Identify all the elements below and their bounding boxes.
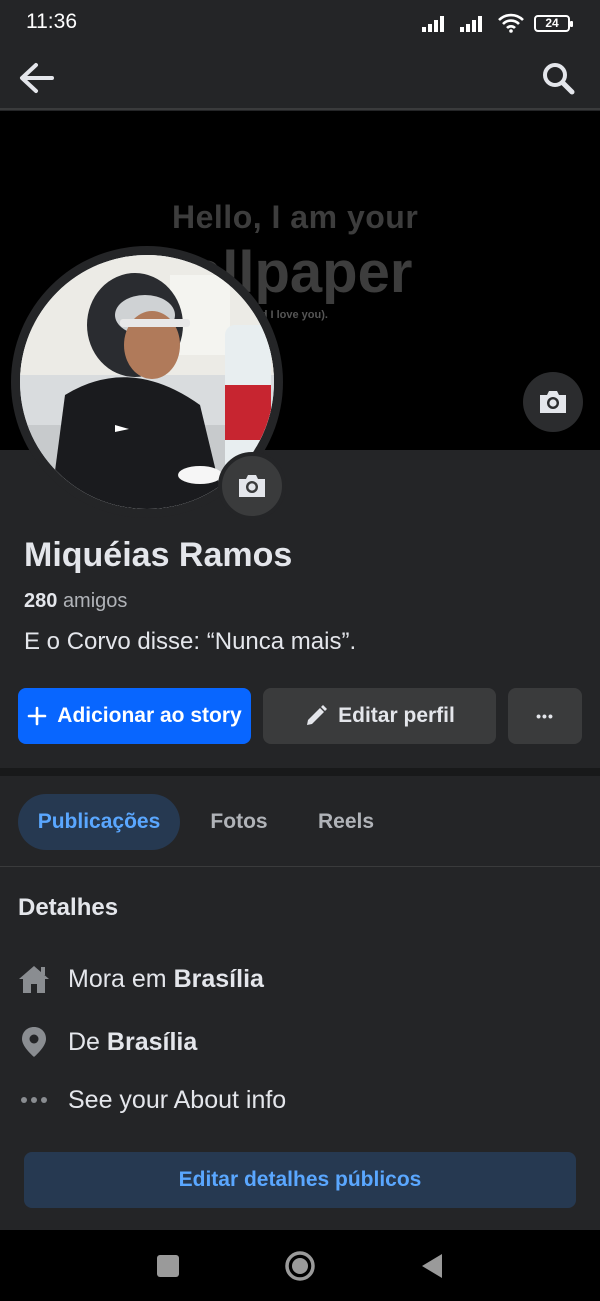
home-icon	[18, 963, 50, 995]
arrow-left-icon	[20, 63, 54, 93]
back-button[interactable]	[16, 60, 56, 96]
more-dots-icon	[18, 1084, 50, 1116]
signal-icon	[422, 16, 444, 32]
friends-number: 280	[24, 590, 58, 612]
triangle-back-icon	[422, 1254, 442, 1278]
about-info-label: See your About info	[68, 1085, 287, 1114]
details-title: Detalhes	[18, 894, 119, 921]
status-icons: 24	[422, 12, 573, 34]
detail-lives-in: Mora em Brasília	[18, 959, 264, 999]
tab-reels[interactable]: Reels	[304, 794, 388, 850]
from-city: Brasília	[106, 1027, 198, 1056]
more-icon: •••	[536, 708, 554, 724]
section-divider	[0, 768, 600, 776]
location-pin-icon	[18, 1026, 50, 1058]
see-about-info-link[interactable]: See your About info	[18, 1080, 286, 1120]
cover-text-1: Hello, I am your	[172, 199, 419, 235]
edit-cover-button[interactable]	[523, 372, 583, 432]
edit-public-details-button[interactable]: Editar detalhes públicos	[24, 1152, 576, 1208]
edit-avatar-button[interactable]	[218, 452, 286, 520]
edit-profile-label: Editar perfil	[338, 704, 455, 727]
tab-publicacoes[interactable]: Publicações	[18, 794, 180, 850]
search-icon	[543, 63, 575, 95]
wifi-icon	[498, 13, 524, 33]
lives-prefix: Mora em	[68, 964, 167, 993]
from-prefix: De	[68, 1027, 100, 1056]
square-icon	[157, 1255, 179, 1277]
more-options-button[interactable]: •••	[508, 688, 582, 744]
signal-icon-2	[460, 16, 482, 32]
circle-icon	[285, 1251, 315, 1281]
camera-icon	[540, 391, 566, 413]
profile-bio: E o Corvo disse: “Nunca mais”.	[24, 628, 357, 655]
tabs-divider	[0, 866, 600, 867]
home-button[interactable]	[284, 1250, 316, 1287]
add-story-label: Adicionar ao story	[57, 704, 242, 727]
lives-city: Brasília	[173, 964, 264, 993]
status-bar: 11:36 24	[0, 0, 600, 46]
add-story-button[interactable]: Adicionar ao story	[18, 688, 251, 744]
camera-icon	[239, 475, 265, 497]
status-time: 11:36	[26, 10, 77, 33]
friends-label: amigos	[62, 590, 128, 612]
top-bar	[0, 46, 600, 110]
search-button[interactable]	[538, 60, 578, 96]
recents-button[interactable]	[156, 1254, 180, 1283]
system-nav-bar	[0, 1230, 600, 1301]
edit-profile-button[interactable]: Editar perfil	[263, 688, 496, 744]
battery-icon: 24	[534, 14, 573, 32]
tab-fotos[interactable]: Fotos	[198, 794, 280, 850]
friends-count[interactable]: 280 amigos	[24, 590, 127, 613]
pencil-icon	[307, 705, 328, 725]
detail-from: De Brasília	[18, 1022, 197, 1062]
plus-icon	[27, 706, 47, 726]
profile-name: Miquéias Ramos	[24, 536, 293, 574]
back-nav-button[interactable]	[420, 1252, 444, 1285]
